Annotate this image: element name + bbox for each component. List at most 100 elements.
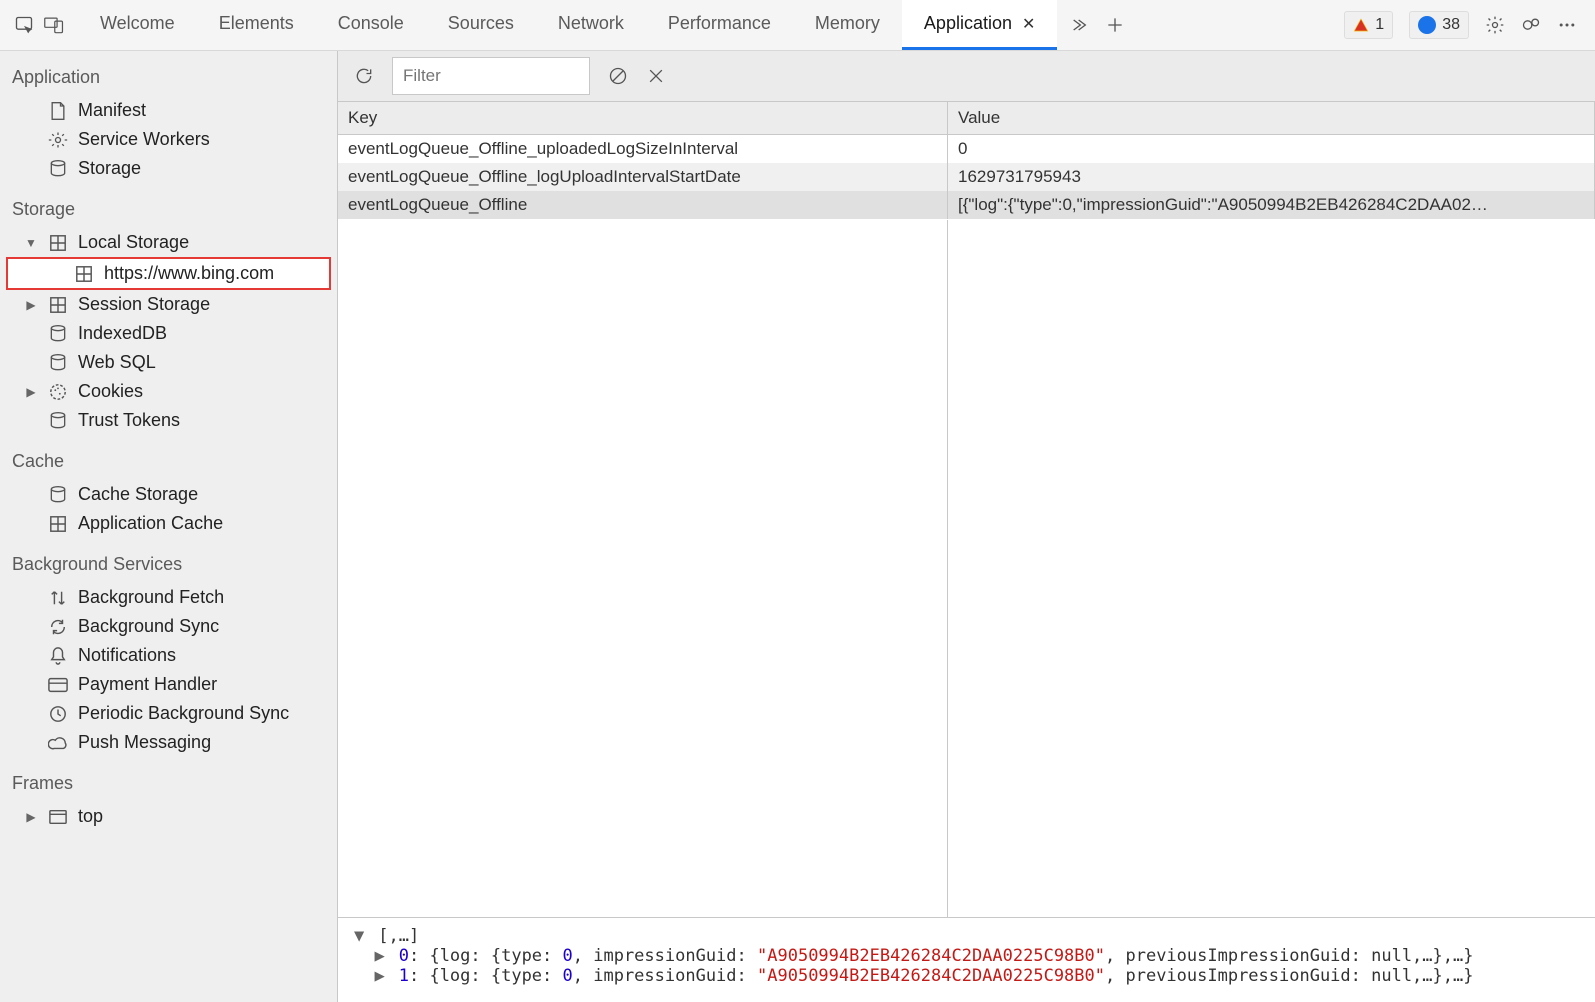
sidebar-item-manifest[interactable]: Manifest — [0, 96, 337, 125]
chevron-right-icon[interactable]: ▶ — [24, 385, 38, 399]
section-storage-title: Storage — [0, 183, 337, 228]
tab-label: Welcome — [100, 13, 175, 34]
sidebar-item-label: Service Workers — [78, 129, 210, 150]
feedback-icon[interactable] — [1521, 15, 1541, 35]
sidebar-item-label: Session Storage — [78, 294, 210, 315]
table-row[interactable]: eventLogQueue_Offline [{"log":{"type":0,… — [338, 191, 1595, 219]
table-row[interactable]: eventLogQueue_Offline_uploadedLogSizeInI… — [338, 135, 1595, 163]
sidebar-item-storage[interactable]: Storage — [0, 154, 337, 183]
sidebar-item-payment-handler[interactable]: Payment Handler — [0, 670, 337, 699]
tab-console[interactable]: Console — [316, 0, 426, 50]
sidebar-item-label: Storage — [78, 158, 141, 179]
sidebar-item-label: Background Fetch — [78, 587, 224, 608]
add-tab-icon[interactable] — [1105, 15, 1125, 35]
sidebar-item-label: Web SQL — [78, 352, 156, 373]
close-icon[interactable]: ✕ — [1022, 14, 1035, 34]
sidebar-item-background-sync[interactable]: Background Sync — [0, 612, 337, 641]
tab-elements[interactable]: Elements — [197, 0, 316, 50]
cell-key[interactable]: eventLogQueue_Offline_logUploadIntervalS… — [338, 163, 948, 191]
sidebar-item-label: Background Sync — [78, 616, 219, 637]
column-header-key[interactable]: Key — [338, 102, 948, 134]
sidebar-item-push-messaging[interactable]: Push Messaging — [0, 728, 337, 757]
settings-icon[interactable] — [1485, 15, 1505, 35]
value-preview-pane[interactable]: ▼ [,…] ▶ 0: {log: {type: 0, impressionGu… — [338, 917, 1595, 1002]
grid-icon — [48, 233, 68, 253]
sidebar-item-cookies[interactable]: ▶ Cookies — [0, 377, 337, 406]
sidebar-item-label: Payment Handler — [78, 674, 217, 695]
filter-input[interactable] — [392, 57, 590, 95]
cookie-icon — [48, 382, 68, 402]
section-background-title: Background Services — [0, 538, 337, 583]
database-icon — [48, 353, 68, 373]
database-icon — [48, 411, 68, 431]
delete-selected-icon[interactable] — [646, 66, 666, 86]
clear-icon[interactable] — [608, 66, 628, 86]
tab-network[interactable]: Network — [536, 0, 646, 50]
bell-icon — [48, 646, 68, 666]
sidebar-item-local-storage[interactable]: ▼ Local Storage — [0, 228, 337, 257]
table-empty-area — [338, 219, 1595, 917]
table-row[interactable]: eventLogQueue_Offline_logUploadIntervalS… — [338, 163, 1595, 191]
sidebar-item-session-storage[interactable]: ▶ Session Storage — [0, 290, 337, 319]
tab-sources[interactable]: Sources — [426, 0, 536, 50]
refresh-icon[interactable] — [354, 66, 374, 86]
column-header-value[interactable]: Value — [948, 102, 1595, 134]
grid-icon — [74, 264, 94, 284]
chevron-down-icon[interactable]: ▼ — [24, 236, 38, 250]
issues-info-badge[interactable]: 38 — [1409, 11, 1469, 39]
sync-icon — [48, 617, 68, 637]
cloud-icon — [48, 733, 68, 753]
clock-icon — [48, 704, 68, 724]
sidebar-item-label: IndexedDB — [78, 323, 167, 344]
storage-viewer-panel: Key Value eventLogQueue_Offline_uploaded… — [338, 51, 1595, 1002]
sidebar-item-frame-top[interactable]: ▶ top — [0, 802, 337, 831]
tab-application[interactable]: Application ✕ — [902, 0, 1057, 50]
tab-memory[interactable]: Memory — [793, 0, 902, 50]
sidebar-item-background-fetch[interactable]: Background Fetch — [0, 583, 337, 612]
cell-key[interactable]: eventLogQueue_Offline_uploadedLogSizeInI… — [338, 135, 948, 163]
more-options-icon[interactable] — [1557, 15, 1577, 35]
sidebar-item-label: Manifest — [78, 100, 146, 121]
cell-key[interactable]: eventLogQueue_Offline — [338, 191, 948, 219]
database-icon — [48, 159, 68, 179]
sidebar-item-periodic-sync[interactable]: Periodic Background Sync — [0, 699, 337, 728]
sidebar-item-application-cache[interactable]: Application Cache — [0, 509, 337, 538]
sidebar-item-label: top — [78, 806, 103, 827]
inspect-icon[interactable] — [14, 15, 34, 35]
sidebar-item-indexeddb[interactable]: IndexedDB — [0, 319, 337, 348]
sidebar-item-label: https://www.bing.com — [104, 263, 274, 284]
sidebar-item-service-workers[interactable]: Service Workers — [0, 125, 337, 154]
storage-table: Key Value eventLogQueue_Offline_uploaded… — [338, 102, 1595, 917]
tab-welcome[interactable]: Welcome — [78, 0, 197, 50]
tab-label: Sources — [448, 13, 514, 34]
warning-count: 1 — [1375, 16, 1384, 34]
gear-icon — [48, 130, 68, 150]
sidebar-item-label: Periodic Background Sync — [78, 703, 289, 724]
preview-index: 1 — [399, 966, 409, 986]
preview-guid: A9050994B2EB426284C2DAA0225C98B0 — [767, 946, 1095, 966]
tab-label: Application — [924, 13, 1012, 34]
issues-warning-badge[interactable]: 1 — [1344, 11, 1393, 39]
cell-value[interactable]: 1629731795943 — [948, 163, 1595, 191]
application-sidebar[interactable]: Application Manifest Service Workers Sto… — [0, 51, 338, 1002]
tab-label: Elements — [219, 13, 294, 34]
devtools-tabstrip: Welcome Elements Console Sources Network… — [0, 0, 1595, 51]
sidebar-item-local-storage-origin[interactable]: https://www.bing.com — [6, 257, 331, 290]
tab-label: Network — [558, 13, 624, 34]
cell-value[interactable]: 0 — [948, 135, 1595, 163]
info-dot-icon — [1418, 16, 1436, 34]
card-icon — [48, 675, 68, 695]
chevron-right-icon[interactable]: ▶ — [24, 298, 38, 312]
database-icon — [48, 485, 68, 505]
chevron-right-icon[interactable]: ▶ — [24, 810, 38, 824]
sidebar-item-notifications[interactable]: Notifications — [0, 641, 337, 670]
device-toggle-icon[interactable] — [44, 15, 64, 35]
preview-index: 0 — [399, 946, 409, 966]
cell-value[interactable]: [{"log":{"type":0,"impressionGuid":"A905… — [948, 191, 1595, 219]
window-icon — [48, 807, 68, 827]
more-tabs-icon[interactable] — [1067, 15, 1087, 35]
tab-performance[interactable]: Performance — [646, 0, 793, 50]
sidebar-item-trust-tokens[interactable]: Trust Tokens — [0, 406, 337, 435]
sidebar-item-websql[interactable]: Web SQL — [0, 348, 337, 377]
sidebar-item-cache-storage[interactable]: Cache Storage — [0, 480, 337, 509]
